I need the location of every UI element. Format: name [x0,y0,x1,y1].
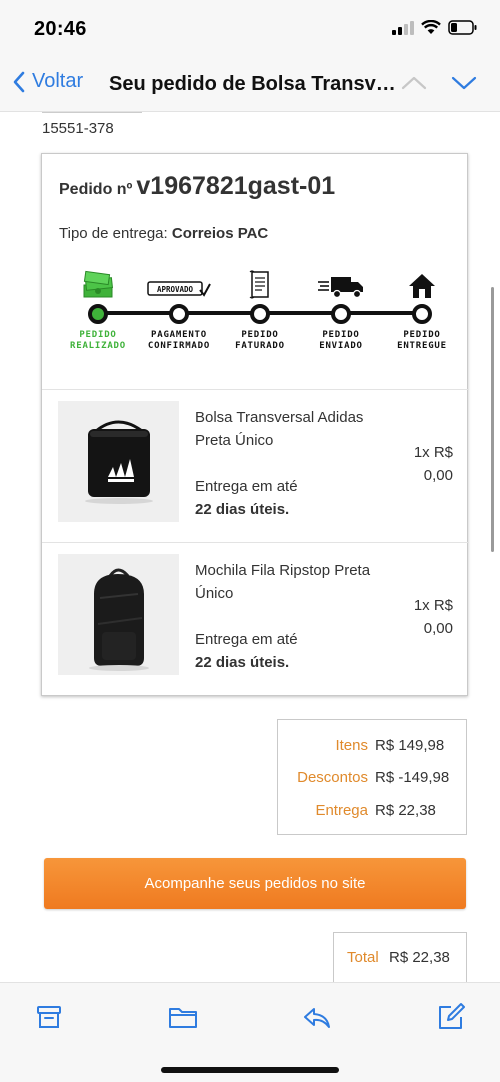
tracker-step-label: PEDIDO ENTREGUE [397,330,447,351]
house-icon [409,274,435,298]
status-time: 20:46 [34,18,87,40]
wifi-icon [421,20,441,34]
tracker-step-pedido-faturado: PEDIDO FATURADO [218,266,302,352]
folder-icon[interactable] [167,1001,199,1033]
backpack-image [58,554,179,675]
product-item: Mochila Fila Ripstop Preta Único 1x R$ 0… [42,543,469,693]
tracker-dot-pending [169,304,189,324]
order-total-box: Total R$ 22,38 [333,932,467,982]
tracker-step-pedido-entregue: PEDIDO ENTREGUE [380,266,464,352]
previous-message-chevron-up-icon[interactable] [400,72,428,94]
tracker-step-pedido-realizado: PEDIDO REALIZADO [56,266,140,352]
tracker-dot-pending [250,304,270,324]
tracker-step-label: PEDIDO ENVIADO [319,330,363,351]
battery-icon [448,20,477,35]
delivery-type-label: Tipo de entrega: [59,225,168,242]
compose-icon[interactable] [435,1001,467,1033]
product-delivery-estimate: Entrega em até 22 dias úteis. [195,478,298,518]
approved-stamp-text: APROVADO [157,285,194,294]
total-value: R$ 22,38 [389,949,450,966]
mail-toolbar [0,982,500,1082]
back-button[interactable]: Voltar [12,70,83,93]
delivery-truck-icon [318,277,363,299]
cellular-signal-icon [392,20,414,35]
back-button-label: Voltar [32,70,84,92]
tracker-dot-completed [88,304,108,324]
order-label: Pedido nº [59,181,133,198]
status-bar: 20:46 [0,0,500,56]
track-orders-button[interactable]: Acompanhe seus pedidos no site [44,858,466,909]
delivery-type: Tipo de entrega: Correios PAC [59,225,268,242]
status-icons [392,20,478,35]
next-message-chevron-down-icon[interactable] [450,72,478,94]
invoice-icon [249,270,269,299]
mail-nav-bar: Voltar Seu pedido de Bolsa Transversal A… [0,56,500,112]
tracker-step-label: PEDIDO FATURADO [235,330,285,351]
product-item: Bolsa Transversal Adidas Preta Único 1x … [42,390,469,540]
shoulder-bag-image [58,401,179,522]
email-subject-title: Seu pedido de Bolsa Transversal Adidas P… [109,73,399,95]
tracker-step-pagamento-confirmado: APROVADO PAGAMENTO CONFIRMADO [137,266,221,352]
tracker-step-label: PAGAMENTO CONFIRMADO [147,330,211,351]
delivery-type-value: Correios PAC [171,225,269,242]
reply-icon[interactable] [301,1001,333,1033]
scrollbar[interactable] [491,287,494,552]
divider [42,112,142,113]
order-title: Pedido nº v1967821gast-01 [59,172,335,201]
product-name: Mochila Fila Ripstop Preta Único [195,562,371,602]
product-price: 1x R$ 0,00 [413,444,453,484]
chevron-left-icon [13,71,25,92]
tracker-dot-pending [412,304,432,324]
reference-code: 15551-378 [42,120,114,137]
order-summary-box: Itens R$ 149,98 Descontos R$ -149,98 Ent… [277,719,467,835]
home-indicator[interactable] [161,1067,339,1073]
tracker-step-pedido-enviado: PEDIDO ENVIADO [299,266,383,352]
total-label: Total [347,949,379,966]
tracker-step-label: PEDIDO REALIZADO [70,330,126,351]
archive-icon[interactable] [33,1001,65,1033]
order-card: Pedido nº v1967821gast-01 Tipo de entreg… [41,153,469,696]
product-image-shoulder-bag[interactable] [58,401,179,522]
order-number: v1967821gast-01 [136,172,336,200]
order-status-tracker: PEDIDO REALIZADO APROVADO PAGAMENTO CONF… [42,266,469,356]
email-body[interactable]: 15551-378 Pedido nº v1967821gast-01 Tipo… [0,112,500,982]
product-price: 1x R$ 0,00 [413,597,453,637]
approved-stamp-icon: APROVADO [147,281,211,297]
tracker-dot-pending [331,304,351,324]
product-name: Bolsa Transversal Adidas Preta Único [195,409,364,449]
stack-of-money-icon [83,270,114,298]
product-image-backpack[interactable] [58,554,179,675]
product-delivery-estimate: Entrega em até 22 dias úteis. [195,631,298,671]
